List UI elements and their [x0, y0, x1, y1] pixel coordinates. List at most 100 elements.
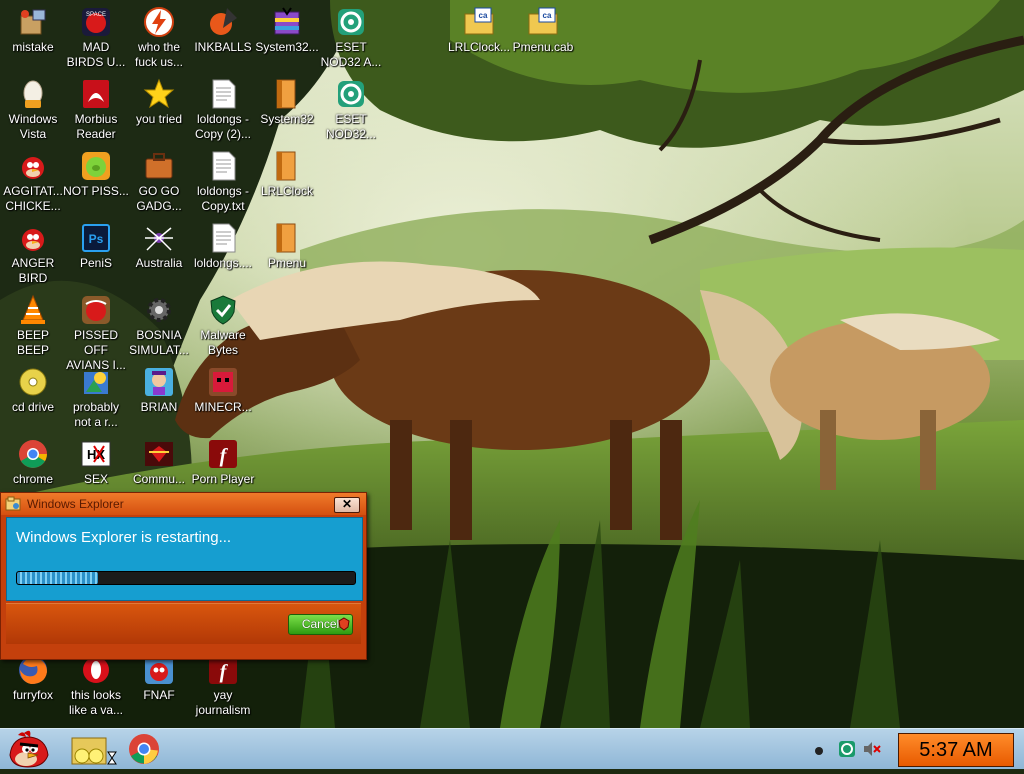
- desktop-icon[interactable]: who the fuck us...: [126, 4, 192, 70]
- folder-book-icon: [271, 78, 303, 110]
- desktop-icon[interactable]: BEEP BEEP: [0, 292, 66, 358]
- text-file-icon: [207, 222, 239, 254]
- eset-icon: [335, 6, 367, 38]
- progress-fill: [17, 572, 99, 584]
- desktop-icon[interactable]: ESET NOD32 A...: [318, 4, 384, 70]
- folder-chicks-icon: [71, 737, 117, 765]
- desktop-icon-label: MINECR...: [194, 400, 252, 414]
- eset-icon: [335, 78, 367, 110]
- desktop-icon[interactable]: BRIAN: [126, 364, 192, 415]
- quick-launch-folder[interactable]: [70, 732, 118, 773]
- desktop-icon[interactable]: PISSED OFF AVIANS I...: [63, 292, 129, 373]
- desktop-icon[interactable]: Ps PeniS: [63, 220, 129, 271]
- desktop-icon[interactable]: probably not a r...: [63, 364, 129, 430]
- desktop-icon[interactable]: BOSNIA SIMULAT...: [126, 292, 192, 358]
- desktop-icon[interactable]: NOT PISS...: [63, 148, 129, 199]
- desktop-icon[interactable]: f Porn Player: [190, 436, 256, 487]
- desktop-icon-label: GO GO GADG...: [136, 184, 182, 213]
- briefcase-icon: [143, 150, 175, 182]
- angry-bird-start-icon: [9, 730, 49, 768]
- desktop-icon[interactable]: MINECR...: [190, 364, 256, 415]
- pdf-reader-icon: [80, 78, 112, 110]
- desktop-icon-label: Commu...: [132, 472, 185, 486]
- desktop-icon-label: FNAF: [143, 688, 175, 702]
- desktop-icon[interactable]: this looks like a va...: [63, 652, 129, 718]
- desktop-icon-label: ESET NOD32...: [325, 112, 376, 141]
- shield-pin-icon: [338, 617, 350, 631]
- desktop-icon[interactable]: INKBALLS: [190, 4, 256, 55]
- tray-dot-icon[interactable]: [814, 743, 824, 761]
- desktop-icon[interactable]: Malware Bytes: [190, 292, 256, 358]
- desktop-icon[interactable]: SPACE MAD BIRDS U...: [63, 4, 129, 70]
- taskbar: 5:37 AM: [0, 728, 1024, 769]
- desktop-icon[interactable]: Pmenu: [254, 220, 320, 271]
- gear-icon: [143, 294, 175, 326]
- desktop-icon[interactable]: ca LRLClock...: [446, 4, 512, 55]
- volume-muted-icon[interactable]: [862, 740, 882, 763]
- installer-box-icon: [17, 6, 49, 38]
- desktop-icon-label: LRLClock...: [447, 40, 511, 54]
- desktop-icon[interactable]: Morbius Reader: [63, 76, 129, 142]
- desktop-icon[interactable]: LRLClock: [254, 148, 320, 199]
- shield-icon: [207, 294, 239, 326]
- desktop-icon[interactable]: Australia: [126, 220, 192, 271]
- dialog-body: Windows Explorer is restarting...: [6, 517, 363, 601]
- spider-icon: [143, 222, 175, 254]
- setup-icon: [80, 366, 112, 398]
- desktop-icon[interactable]: GO GO GADG...: [126, 148, 192, 214]
- flash-player-icon: f: [207, 438, 239, 470]
- quick-launch-chrome[interactable]: [128, 733, 160, 770]
- desktop-icon[interactable]: Windows Vista: [0, 76, 66, 142]
- desktop-icon[interactable]: f yay journalism: [190, 652, 256, 718]
- desktop-icon-label: Windows Vista: [8, 112, 58, 141]
- eset-tray-icon[interactable]: [838, 740, 856, 763]
- desktop-icon[interactable]: ANGER BIRD: [0, 220, 66, 286]
- desktop-icon[interactable]: Commu...: [126, 436, 192, 487]
- desktop-icon[interactable]: chrome: [0, 436, 66, 487]
- desktop-icon-label: System32: [260, 112, 314, 126]
- desktop-icon[interactable]: loldongs - Copy.txt: [190, 148, 256, 214]
- desktop-icon-label: ESET NOD32 A...: [320, 40, 382, 69]
- cab-file-icon: ca: [527, 6, 559, 38]
- desktop-icon-label: Morbius Reader: [74, 112, 118, 141]
- desktop-icon[interactable]: AGGITAT... CHICKE...: [0, 148, 66, 214]
- desktop-icon-label: PeniS: [79, 256, 113, 270]
- desktop-icon-label: who the fuck us...: [134, 40, 184, 69]
- inkball-icon: [207, 6, 239, 38]
- desktop-icon[interactable]: ESET NOD32...: [318, 76, 384, 142]
- restart-progress-bar: [16, 571, 356, 585]
- desktop-icon-label: BOSNIA SIMULAT...: [129, 328, 189, 357]
- desktop-icon-label: BEEP BEEP: [16, 328, 49, 357]
- star-icon: [143, 78, 175, 110]
- taskbar-clock[interactable]: 5:37 AM: [898, 733, 1014, 767]
- desktop-icon[interactable]: mistake: [0, 4, 66, 55]
- dialog-title: Windows Explorer: [27, 497, 124, 511]
- desktop-icon-label: NOT PISS...: [63, 184, 129, 198]
- start-button[interactable]: [4, 729, 52, 774]
- desktop-icon-label: you tried: [135, 112, 183, 126]
- cancel-button[interactable]: Cancel: [288, 614, 353, 635]
- desktop-icon-label: this looks like a va...: [68, 688, 124, 717]
- desktop-icon[interactable]: HX SEX: [63, 436, 129, 487]
- desktop-icon-label: AGGITAT... CHICKE...: [3, 184, 63, 213]
- desktop-icon[interactable]: cd drive: [0, 364, 66, 415]
- desktop-icon[interactable]: loldongs - Copy (2)...: [190, 76, 256, 142]
- desktop-icon[interactable]: loldongs....: [190, 220, 256, 271]
- desktop-icon[interactable]: System32...: [254, 4, 320, 55]
- lightning-app-icon: [143, 6, 175, 38]
- desktop-icon-label: INKBALLS: [194, 40, 252, 54]
- dialog-title-bar[interactable]: Windows Explorer ✕: [1, 493, 366, 515]
- desktop-icon-label: LRLClock: [260, 184, 314, 198]
- desktop-icon-label: Malware Bytes: [200, 328, 246, 357]
- cd-icon: [17, 366, 49, 398]
- close-button[interactable]: ✕: [334, 497, 360, 513]
- minecraft-icon: [207, 366, 239, 398]
- windows-explorer-icon: [5, 496, 21, 512]
- desktop-icon[interactable]: you tried: [126, 76, 192, 127]
- desktop-icon[interactable]: System32: [254, 76, 320, 127]
- desktop-icon[interactable]: ca Pmenu.cab: [510, 4, 576, 55]
- folder-book-icon: [271, 150, 303, 182]
- desktop-icon-label: mistake: [12, 40, 54, 54]
- photoshop-icon: Ps: [80, 222, 112, 254]
- dialog-message: Windows Explorer is restarting...: [16, 529, 232, 546]
